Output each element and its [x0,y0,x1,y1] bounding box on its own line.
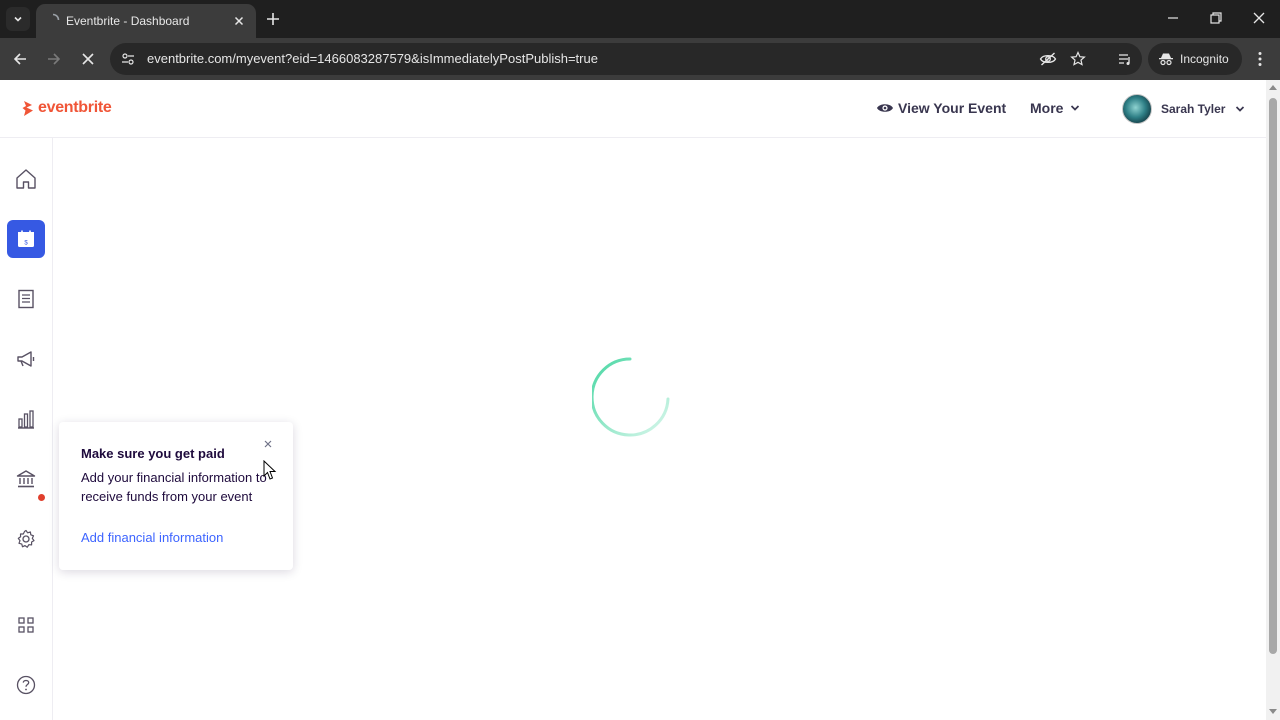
close-window-icon[interactable] [1251,10,1267,26]
gear-icon [17,529,35,548]
url-text: eventbrite.com/myevent?eid=1466083287579… [147,51,598,66]
scroll-down-arrow-icon[interactable] [1269,709,1277,714]
mouse-cursor-icon [263,460,277,480]
add-financial-information-link[interactable]: Add financial information [81,530,223,545]
page-scrollbar[interactable] [1266,80,1280,720]
scrollbar-thumb[interactable] [1269,98,1277,654]
bank-icon [16,470,36,488]
sidebar-item-home[interactable] [7,160,45,198]
tab-search-button[interactable] [6,7,30,31]
left-sidebar: $ [0,138,53,720]
sidebar-item-apps[interactable] [7,606,45,644]
eventbrite-logo[interactable]: eventbrite [21,99,112,117]
loading-spinner-icon [592,357,670,437]
more-menu-button[interactable]: More [1030,100,1080,116]
site-settings-icon[interactable] [121,52,135,66]
help-icon [16,675,36,695]
browser-toolbar: eventbrite.com/myevent?eid=1466083287579… [0,38,1280,80]
app-header: eventbrite View Your Event More Sarah Ty… [0,80,1266,138]
sidebar-item-reporting[interactable] [7,400,45,438]
browser-menu-icon[interactable] [1252,50,1268,68]
incognito-label: Incognito [1180,52,1229,66]
popup-body: Add your financial information to receiv… [81,470,267,504]
chevron-down-icon [14,16,22,22]
home-icon [16,169,36,189]
stop-loading-icon[interactable] [78,49,98,69]
more-label: More [1030,100,1064,116]
popup-title: Make sure you get paid [81,446,225,461]
apps-grid-icon [18,617,34,633]
back-icon[interactable] [10,49,30,69]
user-menu-button[interactable]: Sarah Tyler [1122,94,1245,124]
logo-text: eventbrite [38,99,112,116]
get-paid-popup: Make sure you get paid Add your financia… [59,422,293,570]
scroll-up-arrow-icon[interactable] [1269,85,1277,90]
close-tab-icon[interactable] [232,14,246,28]
avatar [1122,94,1152,124]
bar-chart-icon [18,410,34,429]
calendar-icon: $ [18,230,34,247]
chevron-down-icon [1236,106,1245,112]
bookmark-star-icon[interactable] [1070,51,1086,67]
megaphone-icon [17,351,35,367]
new-tab-icon[interactable] [264,10,282,28]
close-icon[interactable] [262,438,274,450]
sidebar-item-finance[interactable] [7,460,45,498]
sidebar-item-events[interactable]: $ [7,220,45,258]
eye-icon [877,104,893,112]
sidebar-item-settings[interactable] [7,520,45,558]
address-bar[interactable]: eventbrite.com/myevent?eid=1466083287579… [110,43,1142,75]
tab-title: Eventbrite - Dashboard [66,14,190,28]
sidebar-item-marketing[interactable] [7,340,45,378]
sidebar-item-help[interactable] [7,666,45,704]
sidebar-item-orders[interactable] [7,280,45,318]
user-name: Sarah Tyler [1161,102,1226,116]
incognito-badge[interactable]: Incognito [1148,43,1242,75]
view-your-event-label: View Your Event [898,100,1007,116]
forward-icon[interactable] [44,49,64,69]
minimize-window-icon[interactable] [1165,10,1181,26]
finance-notification-badge [38,494,45,501]
loading-favicon-icon [52,13,60,21]
browser-tab[interactable]: Eventbrite - Dashboard [36,4,256,38]
chevron-down-icon [1071,105,1080,111]
eye-off-icon[interactable] [1039,51,1057,67]
eventbrite-logo-icon [22,100,33,116]
browser-tabbar: Eventbrite - Dashboard [0,0,1280,38]
orders-list-icon [18,289,34,309]
incognito-icon [1159,53,1173,66]
media-queue-icon[interactable] [1117,51,1133,67]
view-your-event-button[interactable]: View Your Event [876,100,1006,116]
restore-window-icon[interactable] [1208,10,1224,26]
